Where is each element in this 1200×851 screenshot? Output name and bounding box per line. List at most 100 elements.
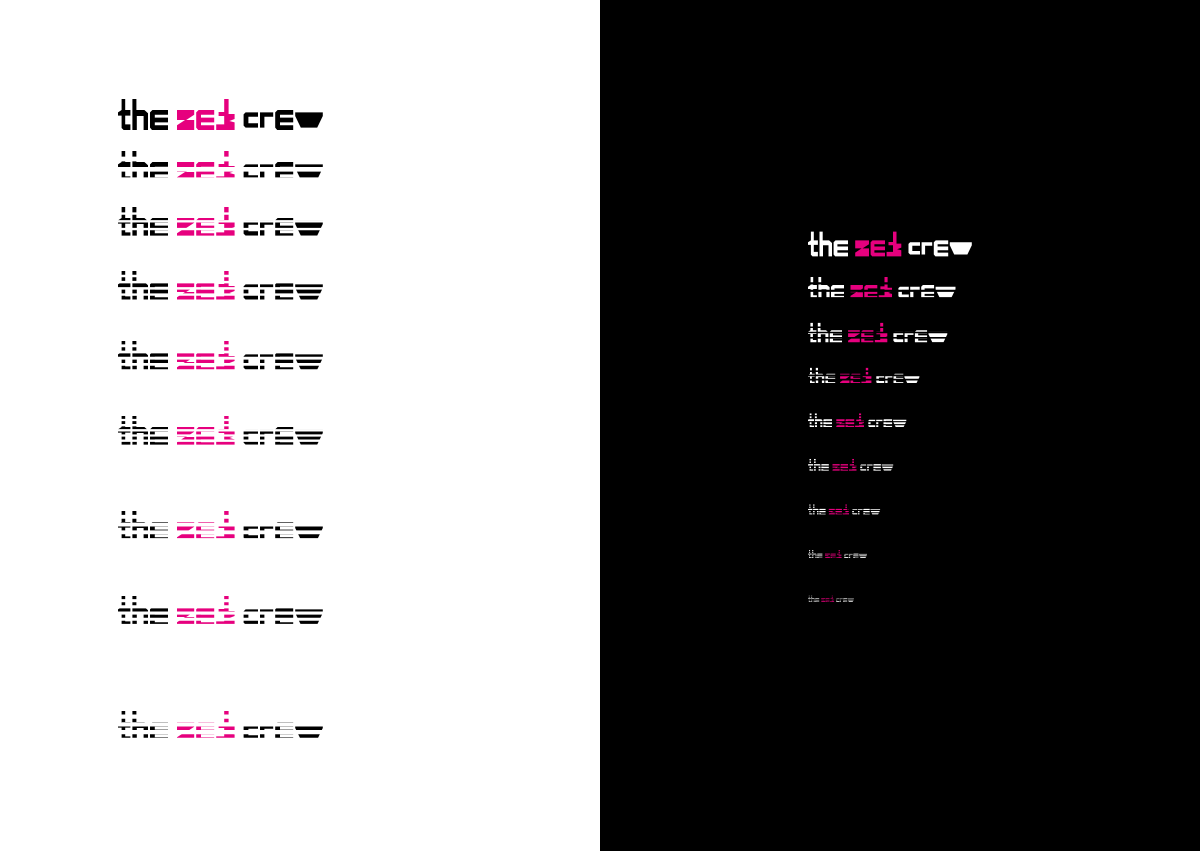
glyph-r [867,464,873,471]
glyph-w [295,354,323,370]
right-specimen-sequence [808,231,972,602]
glyph-shape [118,416,131,445]
glyph-shape [811,595,815,602]
glyph-shape [860,464,867,471]
left-wordmark-line-3 [118,207,323,236]
glyph-shape [196,110,215,130]
glyph-shape [843,598,848,602]
glyph-t [118,271,131,300]
glyph-h [132,207,148,236]
glyph-h [814,458,821,471]
glyph-shape [275,427,294,445]
glyph-shape [842,504,849,515]
glyph-shape [949,242,972,255]
glyph-shape [893,331,904,343]
glyph-w [295,429,323,445]
glyph-shape [848,553,853,559]
glyph-e [815,598,820,602]
glyph-t [118,596,131,624]
glyph-shape [893,373,904,383]
glyph-shape [295,164,323,178]
glyph-w [881,464,894,471]
right-wordmark-line-8 [808,550,867,559]
glyph-k [216,711,235,738]
glyph-shape [921,285,935,298]
glyph-shape [118,596,131,624]
glyph-shape [935,286,956,298]
glyph-shape [840,373,850,383]
glyph-shape [177,162,195,178]
glyph-shape [275,282,294,300]
glyph-w [935,286,956,298]
glyph-r [260,354,274,370]
glyph-shape [243,284,258,300]
glyph-e [883,418,893,428]
glyph-t [118,416,131,445]
glyph-shape [904,331,914,343]
glyph-shape [260,354,274,370]
glyph-shape [893,419,907,428]
glyph-shape [216,341,235,370]
glyph-e [850,373,861,383]
glyph-t [118,151,131,178]
glyph-e [873,463,881,471]
glyph-shape [864,285,878,298]
glyph-shape [863,508,870,515]
glyph-z [850,285,863,298]
glyph-e [196,427,215,445]
glyph-k [886,231,902,257]
glyph-shape [832,463,840,471]
glyph-c [868,419,876,428]
glyph-shape [876,419,883,428]
glyph-shape [196,218,215,236]
glyph-shape [118,271,131,300]
glyph-shape [831,285,844,298]
glyph-e [150,218,168,236]
glyph-w [904,375,920,383]
glyph-h [132,341,148,370]
glyph-w [295,164,323,178]
glyph-shape [132,596,148,624]
glyph-h [132,596,148,624]
glyph-k [878,277,892,298]
glyph-shape [808,595,811,602]
glyph-shape [873,463,881,471]
glyph-shape [870,509,881,515]
glyph-h [132,99,148,130]
glyph-z [821,598,826,602]
glyph-shape [823,418,832,428]
glyph-z [836,418,845,428]
glyph-shape [295,220,323,236]
glyph-shape [243,164,258,178]
glyph-e [150,162,168,178]
glyph-shape [818,277,830,298]
glyph-r [260,284,274,300]
glyph-shape [928,331,948,343]
glyph-shape [243,724,258,738]
glyph-e [196,282,215,300]
glyph-h [132,151,148,178]
glyph-k [216,99,235,130]
glyph-z [848,330,860,343]
glyph-t [808,322,817,343]
glyph-w [928,331,948,343]
glyph-c [243,112,258,128]
glyph-shape [808,367,815,383]
glyph-shape [808,322,817,343]
glyph-r [910,286,920,298]
glyph-r [260,164,274,178]
glyph-shape [118,99,131,130]
glyph-t [808,504,813,515]
glyph-t [808,458,814,471]
glyph-e [863,508,870,515]
glyph-shape [216,416,235,445]
glyph-t [118,341,131,370]
glyph-e [196,352,215,370]
glyph-shape [848,330,860,343]
glyph-shape [847,598,854,602]
glyph-shape [868,419,876,428]
glyph-e [823,418,832,428]
glyph-shape [808,458,814,471]
glyph-shape [819,508,826,515]
glyph-shape [910,286,920,298]
